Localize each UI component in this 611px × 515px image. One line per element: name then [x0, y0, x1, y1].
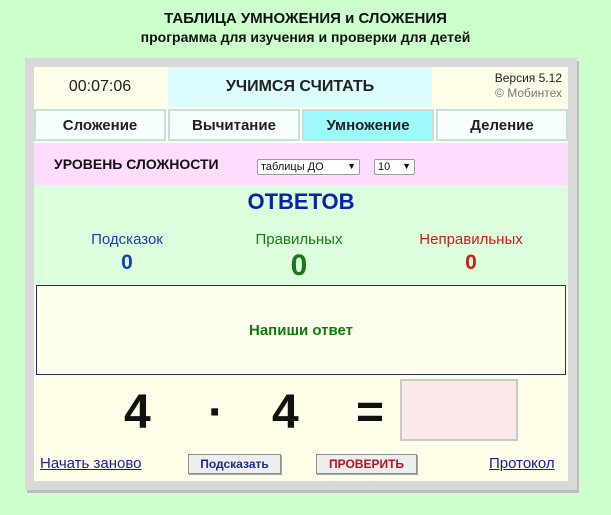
- difficulty-label: УРОВЕНЬ СЛОЖНОСТИ: [54, 156, 219, 172]
- hints-label: Подсказок: [91, 231, 163, 248]
- timer: 00:07:06: [34, 67, 166, 107]
- copyright-label: © Мобинтех: [495, 86, 562, 100]
- tab-division[interactable]: Деление: [436, 109, 568, 141]
- tab-addition[interactable]: Сложение: [34, 109, 166, 141]
- top-bar: 00:07:06 УЧИМСЯ СЧИТАТЬ Версия 5.12 © Мо…: [34, 67, 568, 107]
- restart-link[interactable]: Начать заново: [40, 455, 142, 472]
- wrong-count: 0: [465, 251, 477, 274]
- message-box: Напиши ответ: [36, 285, 566, 375]
- operand-1: 4: [124, 386, 151, 439]
- tab-subtraction[interactable]: Вычитание: [168, 109, 300, 141]
- app-panel: 00:07:06 УЧИМСЯ СЧИТАТЬ Версия 5.12 © Мо…: [34, 67, 568, 481]
- operand-2: 4: [272, 386, 299, 439]
- limit-select-value: 10: [378, 161, 391, 173]
- chevron-down-icon: ▼: [347, 161, 356, 171]
- chevron-down-icon: ▼: [402, 161, 411, 171]
- mode-select-value: таблицы ДО: [261, 161, 324, 173]
- wrong-stat: Неправильных 0: [396, 231, 546, 277]
- equals-sign: =: [356, 386, 385, 439]
- answer-input[interactable]: [400, 379, 518, 441]
- version-info: Версия 5.12 © Мобинтех: [434, 71, 562, 101]
- page-subtitle: программа для изучения и проверки для де…: [140, 29, 471, 45]
- hints-count: 0: [121, 251, 133, 274]
- log-link[interactable]: Протокол: [489, 455, 555, 472]
- answers-section: ОТВЕТОВ Подсказок 0 Правильных 0 Неправи…: [34, 185, 568, 285]
- answers-title: ОТВЕТОВ: [247, 189, 355, 214]
- tab-multiplication[interactable]: Умножение: [302, 109, 434, 141]
- page-header: ТАБЛИЦА УМНОЖЕНИЯ и СЛОЖЕНИЯ программа д…: [0, 10, 611, 46]
- operation-tabs: Сложение Вычитание Умножение Деление: [34, 109, 568, 141]
- correct-count: 0: [290, 249, 308, 282]
- mode-select[interactable]: таблицы ДО ▼: [257, 159, 360, 175]
- page-title: ТАБЛИЦА УМНОЖЕНИЯ и СЛОЖЕНИЯ: [164, 10, 447, 27]
- difficulty-row: УРОВЕНЬ СЛОЖНОСТИ таблицы ДО ▼ 10 ▼: [34, 143, 568, 185]
- limit-select[interactable]: 10 ▼: [374, 159, 415, 175]
- operator-sign: ·: [208, 386, 224, 439]
- version-label: Версия 5.12: [494, 71, 562, 85]
- check-button[interactable]: ПРОВЕРИТЬ: [316, 454, 417, 474]
- correct-stat: Правильных 0: [224, 231, 374, 283]
- app-title: УЧИМСЯ СЧИТАТЬ: [168, 67, 432, 107]
- message-text: Напиши ответ: [249, 321, 353, 339]
- correct-label: Правильных: [255, 231, 343, 248]
- hints-stat: Подсказок 0: [52, 231, 202, 277]
- app-frame: 00:07:06 УЧИМСЯ СЧИТАТЬ Версия 5.12 © Мо…: [25, 58, 577, 490]
- hint-button[interactable]: Подсказать: [188, 454, 281, 474]
- wrong-label: Неправильных: [419, 231, 523, 248]
